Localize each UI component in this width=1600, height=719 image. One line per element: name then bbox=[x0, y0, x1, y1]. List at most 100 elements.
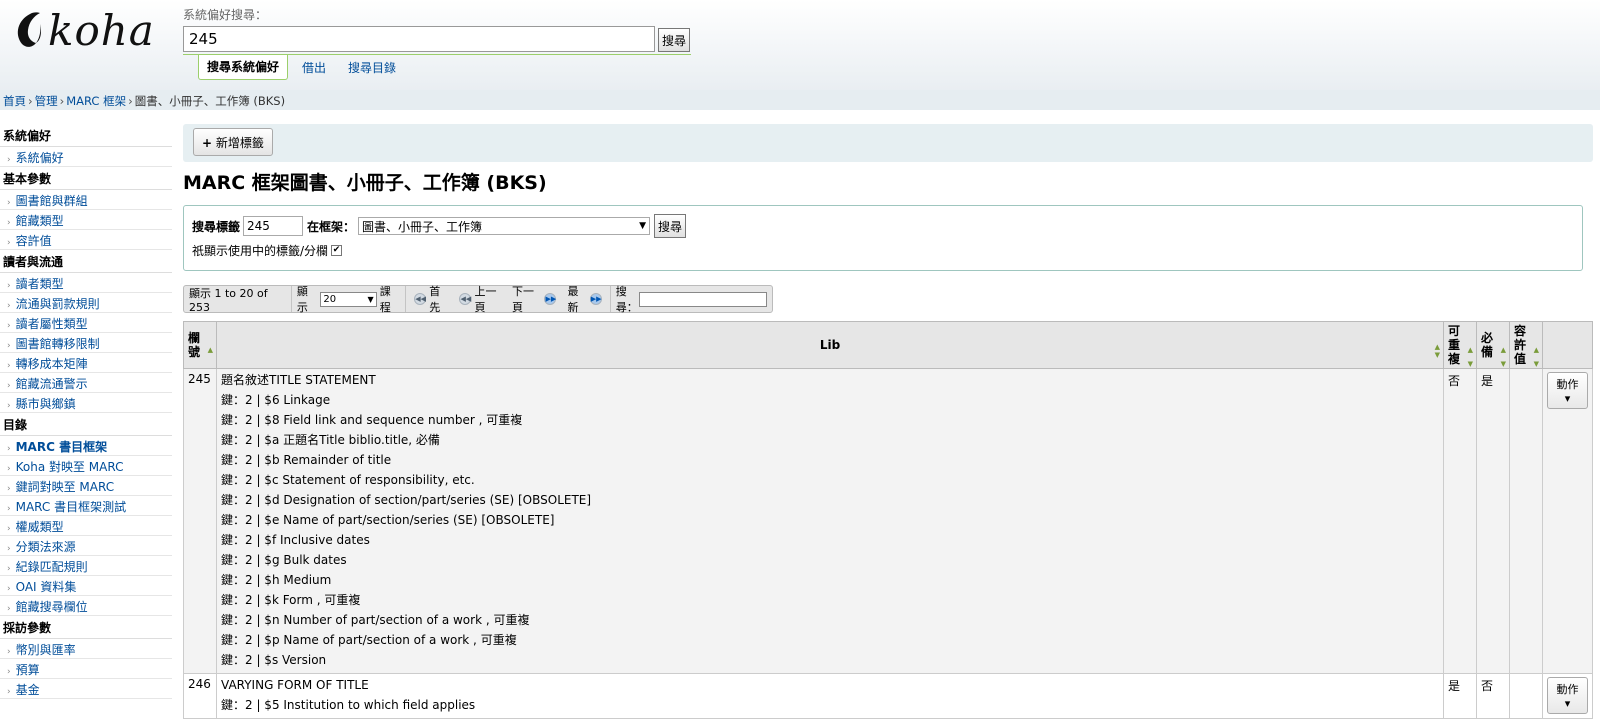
column-header-authorised[interactable]: 容許值 ▲ ▼ bbox=[1509, 321, 1543, 369]
subfield-entry: 鍵：2 | $5 Institution to which field appl… bbox=[221, 698, 476, 712]
tag-search-input[interactable] bbox=[243, 216, 304, 236]
actions-cell: 動作 ▾ bbox=[1542, 368, 1593, 674]
tab-checkout[interactable]: 借出 bbox=[294, 56, 334, 79]
sidebar-item[interactable]: › 流通與罰款規則 bbox=[0, 293, 172, 313]
chevron-right-icon: › bbox=[7, 155, 11, 165]
sidebar-item-link[interactable]: OAI 資料集 bbox=[16, 580, 77, 594]
repeatable-cell: 是 bbox=[1443, 673, 1477, 719]
sidebar-item-link[interactable]: 流通與罰款規則 bbox=[16, 297, 100, 311]
search-tabs: 搜尋系統偏好 借出 搜尋目錄 bbox=[198, 55, 410, 80]
sidebar-item[interactable]: › 系統偏好 bbox=[0, 147, 172, 167]
chevron-right-icon: › bbox=[7, 301, 11, 311]
sort-both-icon: ▲ ▼ bbox=[1533, 346, 1539, 369]
sidebar-item-link[interactable]: 分類法來源 bbox=[16, 540, 76, 554]
subfield-entry: 鍵：2 | $n Number of part/section of a wor… bbox=[221, 613, 530, 627]
sidebar-item[interactable]: › MARC 書目框架 bbox=[0, 436, 172, 456]
column-header-tag[interactable]: 欄號 ▲ bbox=[183, 321, 217, 369]
sidebar-item-link[interactable]: 館藏類型 bbox=[16, 214, 64, 228]
table-pager: 顯示 1 to 20 of 253 顯示 20 ▼ 課程 ◀◀ 首先 ◀◀ 上一頁 … bbox=[183, 283, 773, 315]
column-header-repeatable-label: 可重複 bbox=[1448, 324, 1461, 366]
sidebar-item-link[interactable]: 容許值 bbox=[16, 234, 52, 248]
sidebar-item-link[interactable]: 讀者屬性類型 bbox=[16, 317, 88, 331]
sidebar-item-link[interactable]: 圖書館與群組 bbox=[16, 194, 88, 208]
tag-cell: 245 bbox=[183, 368, 217, 674]
sidebar-item-link[interactable]: 圖書館轉移限制 bbox=[16, 337, 100, 351]
pager-search-label: 搜尋： bbox=[615, 285, 638, 314]
new-tag-button[interactable]: + 新增標籤 bbox=[193, 128, 273, 156]
sidebar-item[interactable]: › 幣別與匯率 bbox=[0, 639, 172, 659]
sidebar-item-link[interactable]: 幣別與匯率 bbox=[16, 643, 76, 657]
column-header-mandatory[interactable]: 必備 ▲ ▼ bbox=[1476, 321, 1510, 369]
sidebar-item-link[interactable]: 館藏搜尋欄位 bbox=[16, 600, 88, 614]
tab-search-catalog[interactable]: 搜尋目錄 bbox=[340, 56, 404, 79]
chevron-right-icon: › bbox=[7, 341, 11, 351]
pager-last-label: 最新 bbox=[567, 285, 579, 314]
sidebar-item[interactable]: › 圖書館與群組 bbox=[0, 190, 172, 210]
actions-button[interactable]: 動作 ▾ bbox=[1547, 372, 1588, 409]
column-header-lib[interactable]: Lib ▲ ▼ bbox=[216, 321, 1444, 369]
sidebar-item[interactable]: › 讀者屬性類型 bbox=[0, 313, 172, 333]
sidebar-item-link[interactable]: 系統偏好 bbox=[16, 151, 64, 165]
sidebar-item[interactable]: › 縣市與鄉鎮 bbox=[0, 393, 172, 413]
breadcrumb-home[interactable]: 首頁 bbox=[3, 94, 26, 108]
sidebar-item-link[interactable]: 館藏流通警示 bbox=[16, 377, 88, 391]
search-label: 系統偏好搜尋： bbox=[183, 8, 268, 22]
sidebar-item-link[interactable]: MARC 書目框架測試 bbox=[16, 500, 127, 514]
per-page-select[interactable]: 20 ▼ bbox=[320, 291, 377, 307]
chevron-right-icon: › bbox=[7, 647, 11, 657]
pager-prev-button[interactable]: ◀◀ 上一頁 bbox=[456, 283, 504, 315]
sidebar-item[interactable]: › 基金 bbox=[0, 679, 172, 699]
pager-first-button[interactable]: ◀◀ 首先 bbox=[411, 283, 448, 315]
sidebar-item-link[interactable]: 權威類型 bbox=[16, 520, 64, 534]
sidebar-item[interactable]: › 權威類型 bbox=[0, 516, 172, 536]
column-header-repeatable[interactable]: 可重複 ▲ ▼ bbox=[1443, 321, 1477, 369]
sidebar-item[interactable]: › 鍵詞對映至 MARC bbox=[0, 476, 172, 496]
sidebar-item[interactable]: › 轉移成本矩陣 bbox=[0, 353, 172, 373]
sidebar-item[interactable]: › 館藏流通警示 bbox=[0, 373, 172, 393]
sidebar-item[interactable]: › 圖書館轉移限制 bbox=[0, 333, 172, 353]
sidebar-item-link[interactable]: 鍵詞對映至 MARC bbox=[16, 480, 115, 494]
pager-next-button[interactable]: 下一頁 ▶▶ bbox=[512, 283, 560, 315]
sidebar-item[interactable]: › 預算 bbox=[0, 659, 172, 679]
sidebar-item[interactable]: › OAI 資料集 bbox=[0, 576, 172, 596]
sidebar-item-link[interactable]: 轉移成本矩陣 bbox=[16, 357, 88, 371]
breadcrumb-marc-frameworks[interactable]: MARC 框架 bbox=[66, 94, 126, 108]
sidebar-item-link[interactable]: 縣市與鄉鎮 bbox=[16, 397, 76, 411]
tab-search-syspref[interactable]: 搜尋系統偏好 bbox=[198, 55, 289, 80]
chevron-right-icon: › bbox=[7, 544, 11, 554]
sidebar-item[interactable]: › Koha 對映至 MARC bbox=[0, 456, 172, 476]
sidebar-item[interactable]: › 讀者類型 bbox=[0, 273, 172, 293]
breadcrumb-admin[interactable]: 管理 bbox=[35, 94, 58, 108]
sort-both-icon: ▲ ▼ bbox=[1500, 346, 1506, 369]
sidebar-item[interactable]: › 紀錄匹配規則 bbox=[0, 556, 172, 576]
sidebar-item[interactable]: › 館藏搜尋欄位 bbox=[0, 596, 172, 616]
sidebar-item-link[interactable]: 讀者類型 bbox=[16, 277, 64, 291]
sidebar-item-link[interactable]: Koha 對映至 MARC bbox=[16, 460, 124, 474]
pager-search-input[interactable] bbox=[639, 291, 767, 307]
sidebar-item[interactable]: › MARC 書目框架測試 bbox=[0, 496, 172, 516]
syspref-search-button[interactable]: 搜尋 bbox=[658, 28, 691, 52]
framework-select[interactable]: 圖書、小冊子、工作簿 ▼ bbox=[358, 217, 651, 235]
tag-search-button[interactable]: 搜尋 bbox=[654, 214, 687, 238]
subfield-entry: 鍵：2 | $h Medium bbox=[221, 573, 332, 587]
syspref-search-input[interactable] bbox=[183, 26, 655, 52]
actions-button[interactable]: 動作 ▾ bbox=[1547, 677, 1588, 714]
pager-last-button[interactable]: 最新 ▶▶ bbox=[567, 283, 604, 315]
only-used-checkbox[interactable]: ✔ bbox=[331, 245, 343, 256]
sidebar-item[interactable]: › 容許值 bbox=[0, 230, 172, 250]
sidebar-item-link[interactable]: MARC 書目框架 bbox=[16, 440, 107, 454]
sidebar-heading: 讀者與流通 bbox=[0, 250, 172, 273]
page-title: MARC 框架圖書、小冊子、工作簿 (BKS) bbox=[183, 172, 547, 194]
koha-logo[interactable]: koha bbox=[12, 6, 157, 56]
sidebar-item-link[interactable]: 基金 bbox=[16, 683, 40, 697]
tag-filter-form: 搜尋標籤 在框架： 圖書、小冊子、工作簿 ▼ 搜尋 祇顯示使用中的標籤/分欄 ✔ bbox=[183, 205, 1583, 271]
breadcrumb-current: 圖書、小冊子、工作簿 (BKS) bbox=[134, 94, 286, 108]
last-page-icon: ▶▶ bbox=[589, 293, 602, 305]
sidebar-item-link[interactable]: 預算 bbox=[16, 663, 40, 677]
table-header-row: 欄號 ▲ Lib ▲ ▼ 可重複 ▲ ▼ 必備 ▲ ▼ 容許值 ▲ ▼ bbox=[183, 321, 1593, 369]
pager-entries-label: 課程 bbox=[379, 285, 391, 314]
subfield-entry: 鍵：2 | $c Statement of responsibility, et… bbox=[221, 473, 475, 487]
sidebar-item[interactable]: › 分類法來源 bbox=[0, 536, 172, 556]
sidebar-item-link[interactable]: 紀錄匹配規則 bbox=[16, 560, 88, 574]
sidebar-item[interactable]: › 館藏類型 bbox=[0, 210, 172, 230]
